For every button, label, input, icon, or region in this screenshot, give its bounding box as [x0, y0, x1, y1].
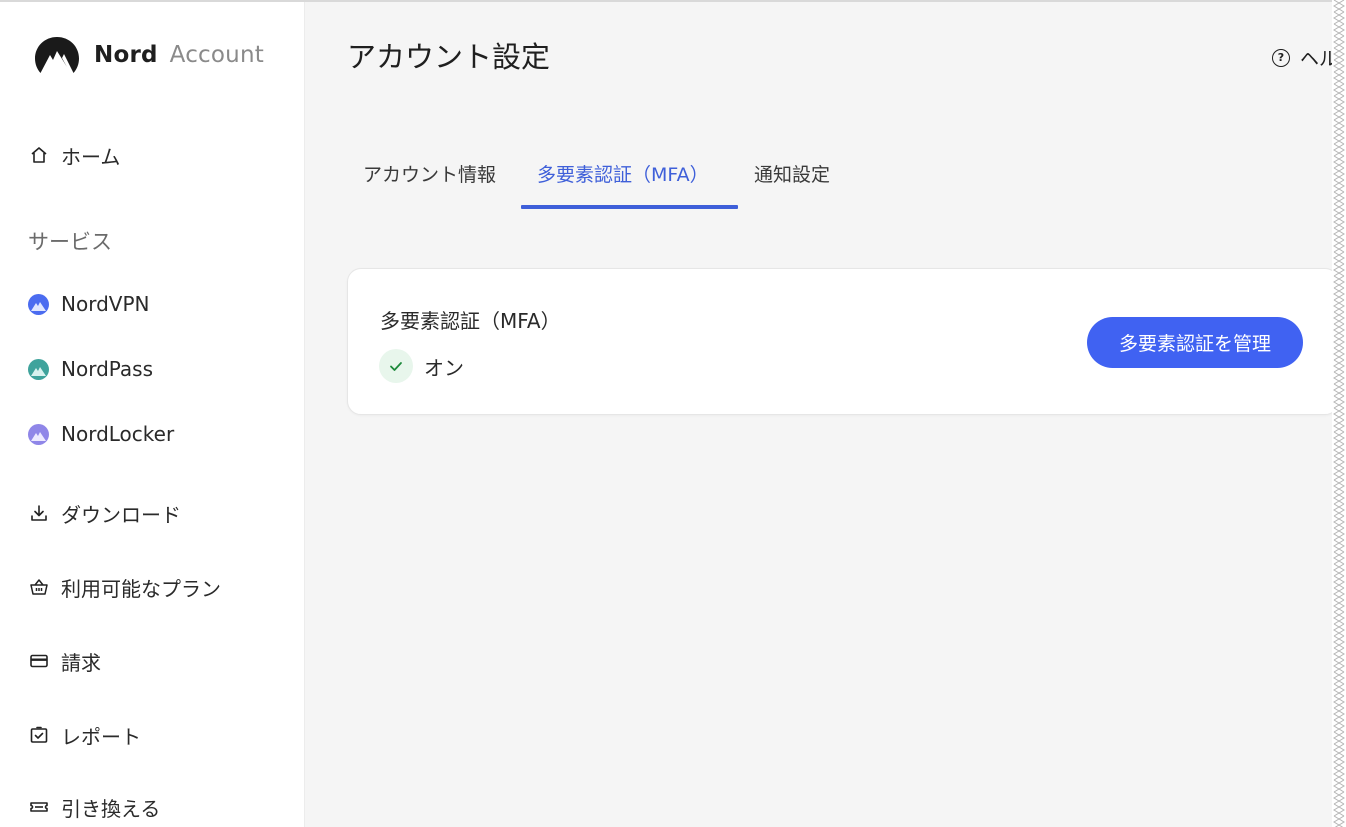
sidebar-item-label: ホーム — [61, 144, 121, 169]
nord-mountain-logo-icon — [35, 37, 79, 73]
sidebar-item-download[interactable]: ダウンロード — [28, 498, 181, 528]
brand-name-bold: Nord — [94, 42, 158, 68]
brand-logo[interactable]: Nord Account — [34, 35, 264, 75]
mfa-status-text: オン — [424, 355, 464, 380]
sidebar-item-label: ダウンロード — [61, 502, 181, 527]
tab-account-info[interactable]: アカウント情報 — [363, 150, 496, 196]
sidebar-item-nordvpn[interactable]: NordVPN — [28, 289, 149, 319]
download-icon — [28, 502, 50, 524]
torn-edge-divider — [1332, 0, 1346, 827]
tab-mfa[interactable]: 多要素認証（MFA） — [537, 150, 709, 196]
mfa-status: オン — [379, 349, 464, 383]
manage-mfa-button[interactable]: 多要素認証を管理 — [1087, 317, 1303, 368]
sidebar-item-redeem[interactable]: 引き換える — [28, 792, 160, 822]
report-badge-icon — [28, 724, 50, 746]
tab-notifications[interactable]: 通知設定 — [754, 150, 830, 196]
sidebar-item-label: 引き換える — [61, 796, 161, 821]
services-section-label: サービス — [28, 230, 112, 254]
basket-icon — [28, 576, 50, 598]
home-icon — [28, 144, 50, 166]
question-circle-icon: ? — [1272, 48, 1290, 67]
sidebar-item-label: レポート — [61, 724, 141, 749]
sidebar-item-report[interactable]: レポート — [28, 720, 141, 750]
sidebar-item-label: NordPass — [61, 357, 154, 381]
sidebar: Nord Account ホーム サービス NordVPN NordPass N… — [0, 2, 305, 827]
brand-name-light: Account — [169, 42, 264, 68]
check-icon — [379, 349, 413, 383]
sidebar-item-billing[interactable]: 請求 — [28, 646, 101, 676]
nordvpn-icon — [28, 293, 49, 315]
sidebar-item-home[interactable]: ホーム — [28, 140, 120, 170]
sidebar-item-label: 請求 — [61, 650, 101, 675]
sidebar-item-label: NordLocker — [61, 422, 175, 446]
sidebar-item-label: NordVPN — [61, 292, 150, 316]
ticket-icon — [28, 796, 50, 818]
page-title: アカウント設定 — [347, 40, 551, 74]
sidebar-item-nordpass[interactable]: NordPass — [28, 354, 153, 384]
sidebar-item-label: 利用可能なプラン — [61, 576, 221, 601]
sidebar-item-nordlocker[interactable]: NordLocker — [28, 419, 174, 449]
sidebar-item-plans[interactable]: 利用可能なプラン — [28, 572, 221, 602]
settings-tabs: アカウント情報 多要素認証（MFA） 通知設定 — [347, 150, 1346, 210]
nordpass-icon — [28, 358, 49, 380]
active-tab-indicator — [521, 205, 738, 209]
help-button[interactable]: ? ヘル — [1272, 44, 1338, 71]
mfa-card-title: 多要素認証（MFA） — [380, 309, 561, 333]
nordlocker-icon — [28, 423, 49, 445]
mfa-card: 多要素認証（MFA） オン 多要素認証を管理 — [347, 268, 1339, 415]
credit-card-icon — [28, 650, 50, 672]
